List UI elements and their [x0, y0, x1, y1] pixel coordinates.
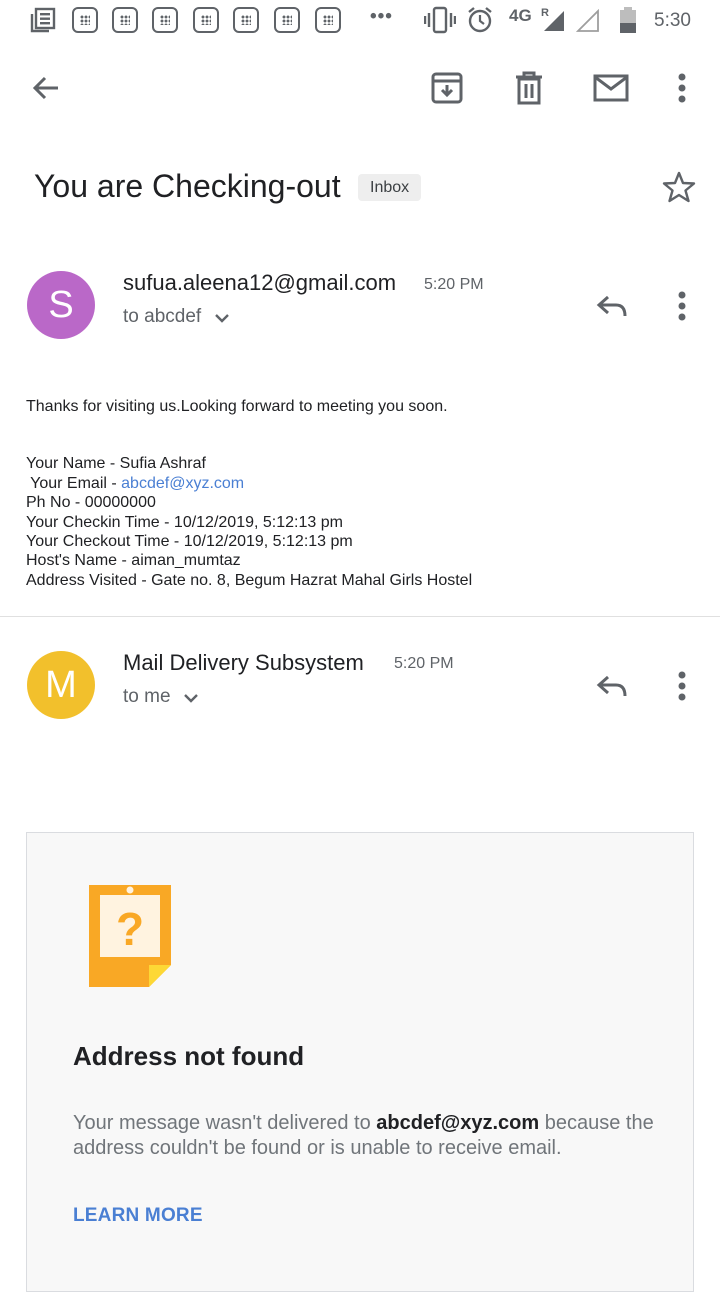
- delivery-failure-card: ? Address not found Your message wasn't …: [26, 832, 694, 1292]
- app-notification-icon: [274, 7, 300, 33]
- question-note-icon: ?: [89, 885, 171, 987]
- body-checkin-line: Your Checkin Time - 10/12/2019, 5:12:13 …: [26, 514, 343, 531]
- chevron-down-icon: [184, 693, 198, 703]
- status-bar: ••• 4G R 5:30: [0, 0, 720, 44]
- app-notification-icon: [193, 7, 219, 33]
- news-icon: [30, 7, 56, 33]
- body-email-prefix: Your Email -: [26, 475, 122, 492]
- recipient-details-toggle[interactable]: to me: [123, 686, 199, 708]
- reply-icon: [596, 675, 627, 697]
- card-title: Address not found: [73, 1041, 305, 1071]
- recipient-text: to me: [123, 686, 171, 707]
- trash-icon: [516, 71, 542, 105]
- message-more-button[interactable]: [660, 284, 704, 328]
- svg-text:?: ?: [116, 903, 144, 955]
- sender-avatar[interactable]: M: [27, 651, 95, 719]
- archive-icon: [431, 72, 463, 104]
- reply-icon: [596, 295, 627, 317]
- more-vert-icon: [678, 73, 686, 103]
- reply-button[interactable]: [590, 284, 634, 328]
- arrow-back-icon: [32, 76, 58, 100]
- back-button[interactable]: [24, 66, 68, 110]
- mark-unread-button[interactable]: [589, 66, 633, 110]
- sender-avatar[interactable]: S: [27, 271, 95, 339]
- vibrate-icon: [424, 6, 456, 34]
- clock: 5:30: [654, 10, 691, 31]
- card-message: Your message wasn't delivered to abcdef@…: [73, 1111, 663, 1161]
- subject-title: You are Checking-out: [34, 168, 341, 204]
- more-options-button[interactable]: [660, 66, 704, 110]
- reply-button[interactable]: [590, 664, 634, 708]
- body-phone-line: Ph No - 00000000: [26, 494, 156, 511]
- body-address-line: Address Visited - Gate no. 8, Begum Hazr…: [26, 572, 473, 589]
- message-time: 5:20 PM: [424, 276, 484, 293]
- card-message-address: abcdef@xyz.com: [376, 1112, 540, 1134]
- star-icon[interactable]: [662, 170, 696, 204]
- app-notification-icon: [72, 7, 98, 33]
- signal-empty-icon: [576, 9, 599, 32]
- battery-icon: [620, 7, 636, 33]
- body-email-line: Your Email - abcdef@xyz.com: [26, 475, 244, 493]
- sender-name[interactable]: Mail Delivery Subsystem: [123, 650, 364, 676]
- recipient-details-toggle[interactable]: to abcdef: [123, 306, 230, 328]
- body-email-link[interactable]: abcdef@xyz.com: [121, 475, 244, 492]
- body-checkout-line: Your Checkout Time - 10/12/2019, 5:12:13…: [26, 533, 353, 550]
- app-notification-icon: [152, 7, 178, 33]
- alarm-icon: [468, 7, 492, 33]
- body-name-line: Your Name - Sufia Ashraf: [26, 455, 206, 472]
- inbox-label-chip[interactable]: Inbox: [358, 174, 422, 201]
- app-notification-icon: [233, 7, 259, 33]
- body-host-line: Host's Name - aiman_mumtaz: [26, 552, 241, 569]
- body-greeting: Thanks for visiting us.Looking forward t…: [26, 398, 448, 415]
- message-more-button[interactable]: [660, 664, 704, 708]
- recipient-text: to abcdef: [123, 306, 202, 327]
- card-message-before: Your message wasn't delivered to: [73, 1112, 377, 1134]
- message-divider: [0, 616, 720, 617]
- mail-icon: [593, 74, 629, 102]
- more-vert-icon: [678, 671, 686, 701]
- message-time: 5:20 PM: [394, 655, 454, 672]
- app-notification-icon: [315, 7, 341, 33]
- sender-email[interactable]: sufua.aleena12@gmail.com: [123, 270, 396, 296]
- more-vert-icon: [678, 291, 686, 321]
- chevron-down-icon: [214, 313, 229, 323]
- app-notification-icon: [112, 7, 138, 33]
- delete-button[interactable]: [507, 66, 551, 110]
- more-notifications-dots: •••: [370, 6, 393, 27]
- learn-more-link[interactable]: LEARN MORE: [73, 1205, 203, 1227]
- signal-icon: [544, 11, 564, 31]
- archive-button[interactable]: [425, 66, 469, 110]
- network-type: 4G: [509, 6, 532, 25]
